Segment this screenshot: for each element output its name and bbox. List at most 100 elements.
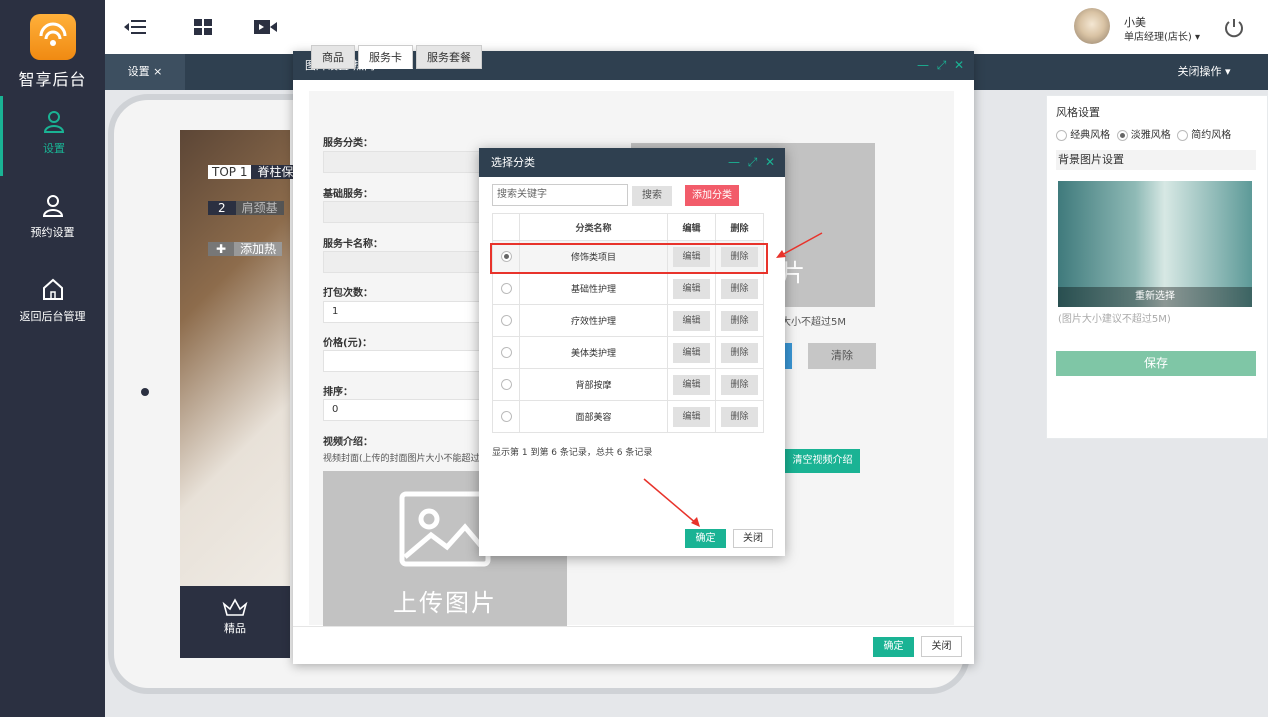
sidebar-item-settings[interactable]: 设置 [0, 96, 105, 176]
list-item[interactable]: TOP 1 脊柱保 [208, 160, 300, 184]
maximize-icon[interactable]: ⤢ [748, 155, 758, 169]
search-button[interactable]: 搜索 [632, 186, 672, 206]
field-label: 服务分类： [323, 138, 373, 149]
pagination-info: 显示第 1 到第 6 条记录，总共 6 条记录 [492, 448, 653, 458]
edit-button[interactable]: 编辑 [673, 278, 710, 299]
price-input[interactable] [323, 350, 483, 372]
delete-button[interactable]: 删除 [721, 342, 758, 363]
confirm-button[interactable]: 确定 [685, 529, 726, 548]
rank-badge: 2 [208, 201, 236, 215]
power-icon[interactable] [1222, 16, 1246, 40]
category-name: 背部按摩 [519, 368, 668, 401]
crown-icon [222, 598, 248, 616]
clear-button[interactable]: 清除 [808, 343, 876, 369]
radio-icon [1177, 129, 1189, 141]
table-row[interactable]: 疗效性护理 编辑 删除 [492, 304, 764, 337]
avatar[interactable] [1074, 8, 1110, 44]
style-radio-elegant[interactable]: 淡雅风格 [1116, 129, 1171, 141]
style-settings-title: 风格设置 [1056, 106, 1100, 119]
logo-text: 智享后台 [18, 70, 87, 89]
row-radio[interactable] [500, 379, 512, 390]
upload-text: 上传图片 [393, 589, 497, 617]
category-name: 面部美容 [519, 400, 668, 433]
pack-count-input[interactable]: 1 [323, 301, 483, 323]
clear-video-button[interactable]: 清空视频介绍 [785, 449, 860, 473]
delete-button[interactable]: 删除 [721, 374, 758, 395]
user-icon [43, 111, 65, 133]
phone-camera [141, 388, 149, 396]
modal-window-controls: — ⤢ ✕ [728, 148, 775, 177]
sidebar-item-back[interactable]: 返回后台管理 [0, 264, 105, 344]
card-name-input[interactable] [323, 251, 483, 273]
row-radio[interactable] [500, 315, 512, 326]
tab-service-card[interactable]: 服务卡 [358, 45, 413, 69]
close-icon[interactable]: ✕ [954, 58, 964, 72]
nav-label[interactable]: 精品 [224, 622, 246, 635]
logo-icon [30, 14, 76, 60]
add-category-button[interactable]: 添加分类 [685, 185, 739, 206]
tab-service-package[interactable]: 服务套餐 [416, 45, 482, 69]
menu-collapse-icon[interactable] [122, 14, 148, 40]
tab-settings[interactable]: 设置 × [105, 54, 185, 90]
field-label: 价格(元)： [323, 338, 373, 349]
sort-input[interactable]: 0 [323, 399, 483, 421]
row-radio[interactable] [500, 283, 512, 294]
save-button[interactable]: 保存 [1056, 351, 1256, 376]
style-radio-classic[interactable]: 经典风格 [1056, 129, 1111, 141]
close-button[interactable]: 关闭 [733, 529, 773, 548]
bg-image-hint: (图片大小建议不超过5M) [1058, 314, 1171, 325]
add-hot-button[interactable]: ✚ 添加热 [208, 237, 283, 261]
edit-button[interactable]: 编辑 [673, 342, 710, 363]
radio-label: 简约风格 [1191, 130, 1232, 141]
minimize-icon[interactable]: — [917, 58, 929, 72]
edit-button[interactable]: 编辑 [673, 310, 710, 331]
table-header: 分类名称 编辑 删除 [492, 213, 764, 241]
table-row[interactable]: 背部按摩 编辑 删除 [492, 368, 764, 401]
select-category-modal: 选择分类 — ⤢ ✕ 搜索关键字 搜索 添加分类 分类名称 编辑 删除 修饰类项… [479, 148, 785, 556]
col-header: 分类名称 [519, 213, 668, 241]
delete-button[interactable]: 删除 [721, 406, 758, 427]
minimize-icon[interactable]: — [728, 155, 740, 169]
edit-button[interactable]: 编辑 [673, 406, 710, 427]
search-input[interactable]: 搜索关键字 [492, 184, 628, 206]
video-icon[interactable] [252, 14, 278, 40]
radio-label: 经典风格 [1070, 130, 1111, 141]
list-item[interactable]: 2 肩颈基 [208, 196, 284, 220]
home-icon [42, 278, 63, 300]
base-service-input[interactable] [323, 201, 483, 223]
user-role-dropdown[interactable]: 单店经理(店长) ▾ [1124, 28, 1200, 43]
bg-image-title: 背景图片设置 [1056, 150, 1256, 170]
user-icon [42, 195, 63, 217]
row-radio[interactable] [500, 347, 512, 358]
field-label: 排序： [323, 387, 353, 398]
col-header [492, 213, 520, 241]
edit-button[interactable]: 编辑 [673, 374, 710, 395]
tab-goods[interactable]: 商品 [311, 45, 355, 69]
close-button[interactable]: 关闭 [921, 636, 962, 657]
table-row[interactable]: 面部美容 编辑 删除 [492, 400, 764, 433]
col-header: 编辑 [667, 213, 716, 241]
grid-icon[interactable] [190, 14, 216, 40]
table-row[interactable]: 美体类护理 编辑 删除 [492, 336, 764, 369]
style-radio-simple[interactable]: 简约风格 [1177, 129, 1232, 141]
service-category-input[interactable] [323, 151, 483, 173]
table-row[interactable]: 基础性护理 编辑 删除 [492, 272, 764, 305]
video-cover-hint: 视频封面(上传的封面图片大小不能超过 [323, 454, 480, 464]
maximize-icon[interactable]: ⤢ [937, 58, 947, 72]
sidebar-item-booking[interactable]: 预约设置 [0, 180, 105, 260]
delete-button[interactable]: 删除 [721, 278, 758, 299]
radio-label: 淡雅风格 [1130, 130, 1171, 141]
row-radio[interactable] [500, 411, 512, 422]
sidebar-item-label: 预约设置 [30, 226, 75, 239]
radio-icon [1116, 129, 1128, 141]
field-label: 基础服务： [323, 189, 373, 200]
category-name: 美体类护理 [519, 336, 668, 369]
confirm-button[interactable]: 确定 [873, 637, 914, 657]
radio-icon [1056, 129, 1067, 141]
field-label: 服务卡名称： [323, 239, 383, 250]
reselect-button[interactable]: 重新选择 [1058, 287, 1252, 307]
close-operations-button[interactable]: 关闭操作 ▾ [1145, 54, 1263, 90]
delete-button[interactable]: 删除 [721, 310, 758, 331]
close-icon[interactable]: ✕ [765, 155, 775, 169]
image-size-hint: 大小不超过5M [781, 317, 846, 328]
